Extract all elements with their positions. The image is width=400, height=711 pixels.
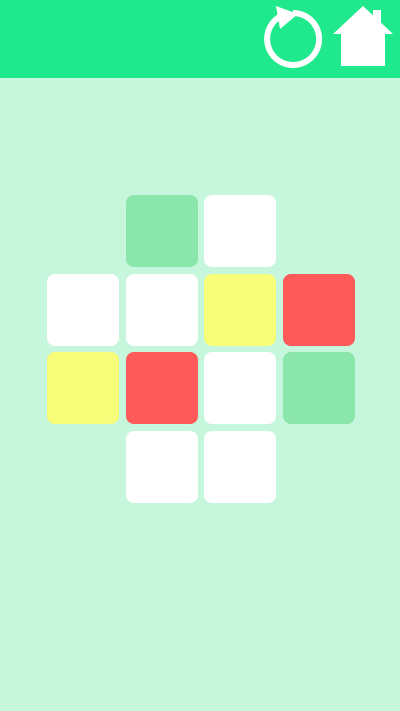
tile-white[interactable] — [204, 352, 276, 424]
tile-white[interactable] — [125, 430, 198, 503]
tile-red[interactable] — [125, 352, 198, 424]
tile-yellow[interactable] — [204, 273, 276, 346]
tile-white[interactable] — [204, 195, 276, 267]
tile-white[interactable] — [204, 430, 276, 503]
tile-green[interactable] — [282, 352, 355, 424]
tile-white[interactable] — [125, 273, 198, 346]
tile-red[interactable] — [282, 273, 355, 346]
tile-yellow[interactable] — [47, 352, 119, 424]
tile-green[interactable] — [125, 195, 198, 267]
puzzle-board — [0, 0, 400, 711]
tile-white[interactable] — [47, 273, 119, 346]
